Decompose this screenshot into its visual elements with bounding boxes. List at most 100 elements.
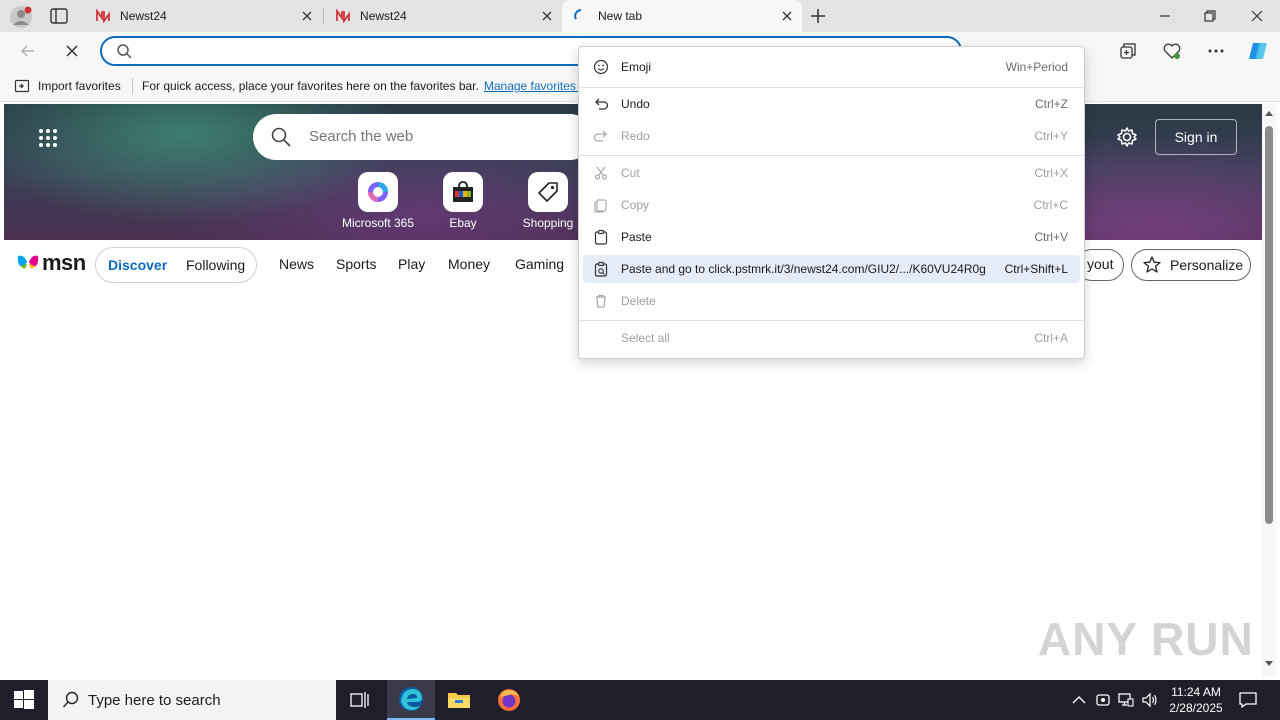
taskbar-clock[interactable]: 11:24 AM 2/28/2025	[1160, 684, 1232, 716]
menu-item-shortcut: Ctrl+X	[1034, 166, 1068, 180]
menu-item-label: Delete	[621, 294, 656, 308]
menu-item-cut: Cut Ctrl+X	[583, 159, 1080, 187]
taskbar-search-placeholder: Type here to search	[88, 691, 221, 709]
menu-item-label: Redo	[621, 129, 650, 143]
msn-logo[interactable]: msn	[16, 250, 86, 276]
redo-icon	[593, 130, 607, 142]
menu-item-undo[interactable]: Undo Ctrl+Z	[583, 90, 1080, 118]
quick-link-microsoft-365[interactable]: Microsoft 365	[338, 172, 418, 230]
taskbar-edge[interactable]	[387, 680, 435, 720]
vertical-scrollbar[interactable]	[1262, 104, 1276, 676]
task-view-icon	[350, 692, 369, 708]
web-search-box[interactable]: Search the web	[253, 114, 593, 160]
close-tab-icon[interactable]	[540, 9, 554, 23]
tab-following[interactable]: Following	[186, 257, 245, 273]
profile-avatar-icon[interactable]	[10, 6, 32, 28]
tab-new-tab[interactable]: New tab	[562, 0, 802, 32]
file-explorer-folder-icon	[448, 693, 470, 708]
msn-butterfly-icon	[17, 255, 39, 269]
tab-newst24-1[interactable]: Newst24	[84, 0, 322, 32]
paste-and-go-icon	[594, 261, 608, 277]
favorites-hint-text: For quick access, place your favorites h…	[142, 79, 479, 93]
shopping-tile	[528, 172, 568, 212]
menu-item-label: Paste	[621, 230, 652, 244]
microsoft-365-icon	[368, 182, 388, 202]
tab-label: New tab	[598, 9, 643, 23]
notification-center-icon[interactable]	[1238, 690, 1258, 710]
search-icon	[117, 44, 132, 59]
meet-now-icon[interactable]	[1094, 691, 1112, 709]
search-icon	[62, 691, 79, 708]
tab-actions-icon[interactable]	[50, 8, 68, 24]
scissors-icon	[594, 166, 608, 180]
menu-item-delete: Delete	[583, 287, 1080, 315]
taskbar-firefox[interactable]	[485, 680, 533, 720]
taskbar-search-box[interactable]: Type here to search	[48, 680, 336, 720]
close-tab-icon[interactable]	[300, 9, 314, 23]
show-hidden-icons-chevron-icon[interactable]	[1070, 691, 1088, 709]
windows-taskbar: Type here to search 11:24 AM 2/28/2025	[0, 680, 1280, 720]
tab-label: Newst24	[120, 9, 167, 23]
quick-link-label: Ebay	[449, 216, 477, 230]
menu-item-copy: Copy Ctrl+C	[583, 191, 1080, 219]
menu-item-shortcut: Ctrl+A	[1034, 331, 1068, 345]
copy-icon	[594, 199, 607, 213]
menu-separator	[579, 87, 1084, 88]
sign-in-button[interactable]: Sign in	[1155, 119, 1237, 155]
personalize-button[interactable]: Personalize	[1131, 249, 1251, 281]
menu-item-shortcut: Ctrl+C	[1033, 198, 1068, 212]
copilot-icon[interactable]	[1247, 40, 1269, 62]
search-icon	[271, 127, 291, 147]
new-tab-plus-icon[interactable]	[808, 6, 828, 26]
quick-link-label: Shopping	[522, 216, 574, 230]
menu-item-emoji[interactable]: Emoji Win+Period	[583, 53, 1080, 81]
close-tab-icon[interactable]	[780, 9, 794, 23]
restore-icon[interactable]	[1200, 6, 1220, 26]
app-launcher-icon[interactable]	[38, 128, 58, 148]
menu-item-paste-and-go[interactable]: Paste and go to click.pstmrk.it/3/newst2…	[583, 255, 1080, 283]
scroll-down-arrow-icon[interactable]	[1265, 659, 1273, 667]
menu-item-label: Emoji	[621, 60, 652, 74]
scrollbar-thumb[interactable]	[1265, 126, 1273, 524]
undo-icon	[595, 98, 609, 110]
collections-icon[interactable]	[1118, 41, 1138, 61]
menu-item-label: Paste and go to click.pstmrk.it/3/newst2…	[621, 262, 986, 276]
browser-essentials-icon[interactable]	[1162, 41, 1182, 61]
feed-toggle: Discover Following	[95, 247, 257, 283]
favorites-separator	[132, 78, 133, 94]
volume-icon[interactable]	[1141, 691, 1159, 709]
nav-link-play[interactable]: Play	[398, 256, 425, 272]
trash-icon	[596, 294, 606, 308]
nav-link-gaming[interactable]: Gaming	[515, 256, 564, 272]
manage-favorites-link[interactable]: Manage favorites n	[484, 79, 586, 93]
menu-item-paste[interactable]: Paste Ctrl+V	[583, 223, 1080, 251]
menu-item-redo: Redo Ctrl+Y	[583, 122, 1080, 150]
quick-link-ebay[interactable]: Ebay	[423, 172, 503, 230]
settings-gear-icon[interactable]	[1116, 126, 1138, 148]
close-window-icon[interactable]	[1247, 6, 1267, 26]
personalize-label: Personalize	[1170, 257, 1244, 273]
scroll-up-arrow-icon[interactable]	[1265, 110, 1273, 118]
import-favorites-button[interactable]: Import favorites	[14, 78, 121, 94]
nav-link-news[interactable]: News	[279, 256, 314, 272]
network-icon[interactable]	[1117, 691, 1135, 709]
menu-separator	[579, 155, 1084, 156]
emoji-icon	[593, 59, 609, 75]
stop-loading-icon[interactable]	[62, 41, 82, 61]
more-options-icon[interactable]	[1206, 41, 1226, 61]
nav-link-money[interactable]: Money	[448, 256, 490, 272]
task-view-button[interactable]	[336, 680, 384, 720]
quick-link-shopping[interactable]: Shopping	[508, 172, 588, 230]
tab-discover[interactable]: Discover	[108, 257, 167, 273]
ebay-bag-icon	[453, 181, 473, 202]
menu-item-shortcut: Ctrl+V	[1034, 230, 1068, 244]
microsoft-365-tile	[358, 172, 398, 212]
anyrun-watermark: ANY RUN	[1038, 613, 1254, 665]
minimize-icon[interactable]	[1155, 6, 1175, 26]
nav-link-sports[interactable]: Sports	[336, 256, 376, 272]
windows-start-icon[interactable]	[14, 690, 34, 710]
import-favorites-icon	[14, 79, 30, 93]
back-arrow-icon[interactable]	[18, 41, 38, 61]
taskbar-file-explorer[interactable]	[435, 680, 483, 720]
tab-newst24-2[interactable]: Newst24	[324, 0, 562, 32]
